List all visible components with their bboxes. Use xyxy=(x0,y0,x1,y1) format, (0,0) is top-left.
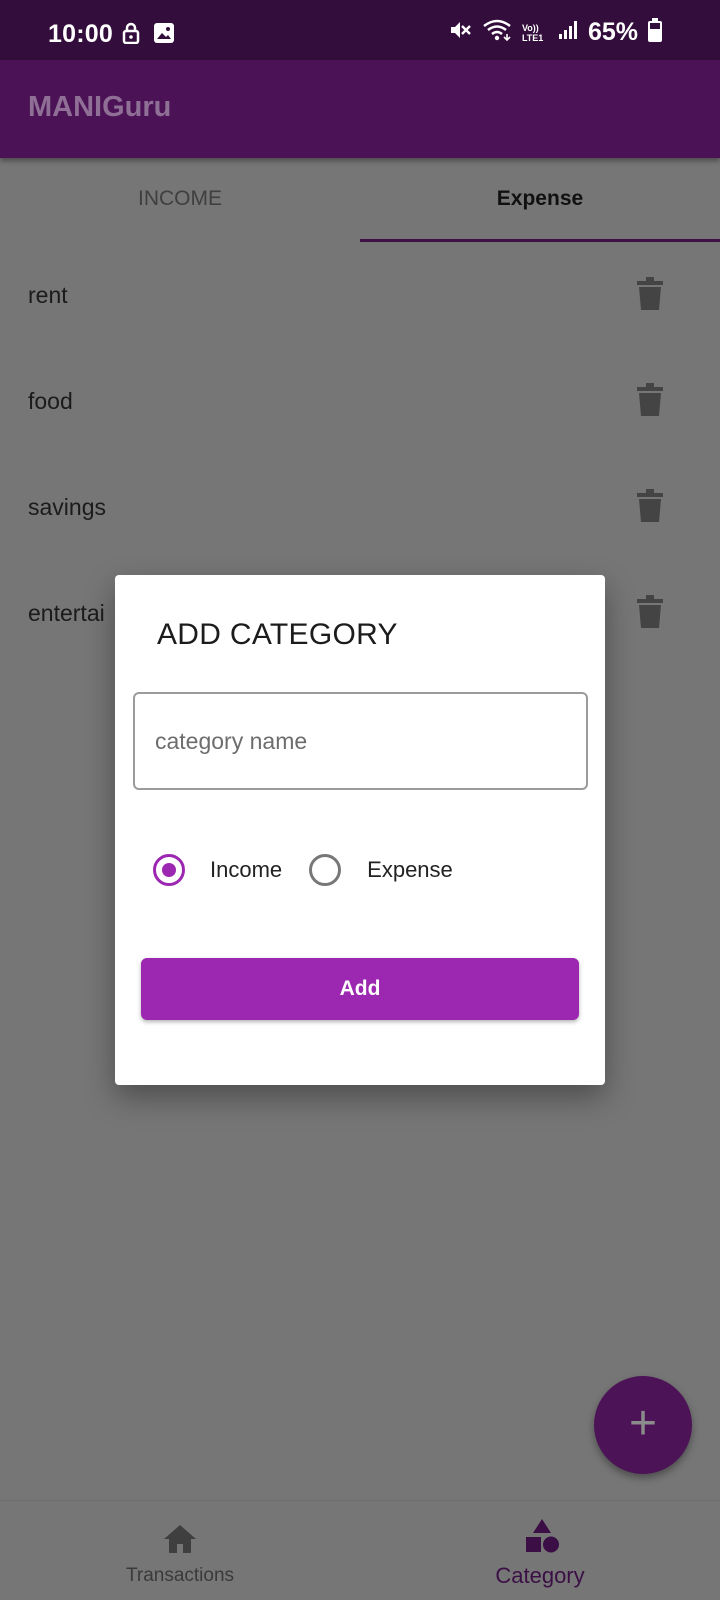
image-icon xyxy=(153,22,175,49)
radio-income[interactable] xyxy=(153,854,185,886)
delete-icon[interactable] xyxy=(637,383,663,422)
app-title: MANIGuru xyxy=(28,91,172,123)
add-button[interactable]: Add xyxy=(141,958,579,1020)
app-bar: MANIGuru xyxy=(0,60,720,158)
category-shapes-icon xyxy=(524,1517,560,1560)
category-name-input[interactable] xyxy=(133,692,588,790)
volte-icon: Vo)) LTE1 xyxy=(521,22,544,43)
nav-label: Transactions xyxy=(125,1565,235,1586)
battery-percentage: 65% xyxy=(587,18,638,46)
nav-item-category[interactable]: Category xyxy=(360,1501,720,1600)
mute-icon xyxy=(448,18,472,47)
lock-icon xyxy=(122,22,140,49)
tab-expense[interactable]: Expense xyxy=(360,158,720,242)
dialog-title: ADD CATEGORY xyxy=(157,618,398,651)
add-category-dialog: ADD CATEGORY Income Expense Add xyxy=(115,575,605,1085)
nav-label: Category xyxy=(495,1563,585,1588)
delete-icon[interactable] xyxy=(637,595,663,634)
radio-expense[interactable] xyxy=(309,854,342,886)
status-indicators: Vo)) LTE1 65% xyxy=(448,18,662,47)
home-icon xyxy=(162,1523,198,1560)
bottom-navigation: Transactions Category xyxy=(0,1500,720,1600)
signal-icon xyxy=(558,20,578,45)
category-row: savings xyxy=(0,454,720,560)
category-tabs: INCOME Expense xyxy=(0,158,720,242)
category-row: food xyxy=(0,348,720,454)
category-label: entertai xyxy=(28,600,105,626)
nav-item-transactions[interactable]: Transactions xyxy=(0,1501,360,1600)
tab-income[interactable]: INCOME xyxy=(0,158,360,242)
category-label: savings xyxy=(28,494,106,520)
radio-expense-label[interactable]: Expense xyxy=(367,857,453,883)
delete-icon[interactable] xyxy=(637,277,663,316)
status-bar: 10:00 Vo)) LTE1 65% xyxy=(0,0,720,60)
category-label: rent xyxy=(28,282,68,308)
radio-income-label[interactable]: Income xyxy=(210,857,282,883)
delete-icon[interactable] xyxy=(637,489,663,528)
wifi-icon xyxy=(482,18,512,47)
status-time: 10:00 xyxy=(48,20,113,48)
battery-icon xyxy=(648,18,662,47)
category-type-radio-group: Income Expense xyxy=(153,850,453,890)
category-row: rent xyxy=(0,242,720,348)
add-category-fab[interactable]: + xyxy=(594,1376,692,1474)
category-label: food xyxy=(28,388,73,414)
